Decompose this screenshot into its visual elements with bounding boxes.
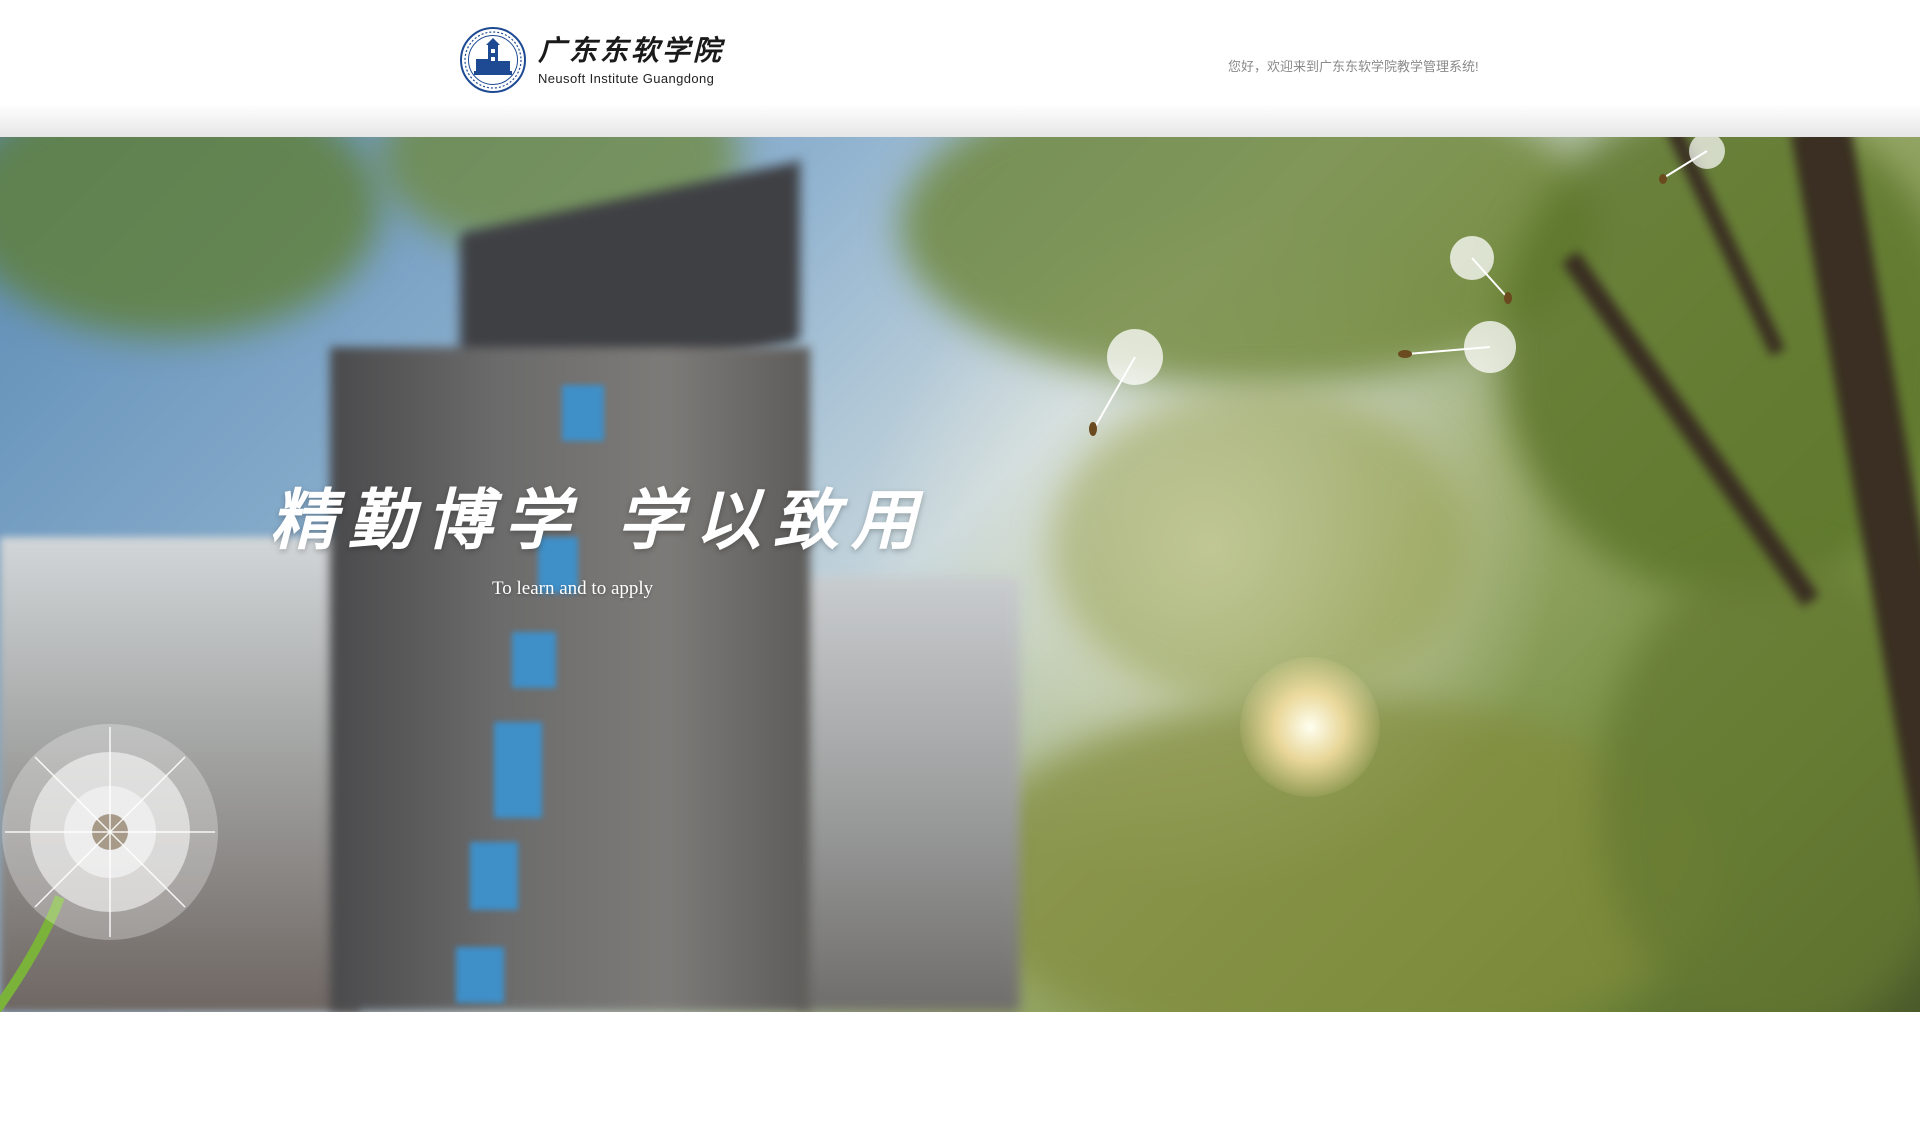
motto-cn: 精勤博学 学以致用: [270, 481, 929, 559]
dandelion-seed-icon: [1089, 329, 1163, 436]
school-name-en: Neusoft Institute Guangdong: [538, 71, 715, 86]
tower-window: [470, 842, 518, 910]
school-seal-icon: [460, 27, 526, 93]
school-logo[interactable]: 广东东软学院 Neusoft Institute Guangdong: [460, 26, 724, 94]
dandelion-icon: [0, 724, 218, 1012]
building-right: [800, 577, 1020, 1012]
tower-window: [512, 632, 556, 688]
header-shadow: [0, 104, 1920, 138]
dandelion-seed-icon: [1659, 137, 1725, 184]
welcome-message: 您好，欢迎来到广东东软学院教学管理系统!: [1228, 59, 1479, 74]
tower-window: [456, 947, 504, 1003]
dandelion-seed-icon: [1398, 321, 1516, 373]
foliage: [0, 137, 380, 337]
tower: [330, 347, 810, 1012]
foliage: [1600, 557, 1920, 1012]
sun-icon: [1240, 657, 1380, 797]
dandelion-seed-icon: [1450, 236, 1512, 304]
hero-banner: 精勤博学 学以致用 To learn and to apply: [0, 137, 1920, 1012]
school-motto: 精勤博学 学以致用 To learn and to apply: [270, 477, 920, 601]
school-name-cn: 广东东软学院: [538, 34, 725, 67]
tower-window: [562, 385, 604, 441]
tower-window: [494, 722, 542, 818]
motto-en: To learn and to apply: [492, 578, 654, 599]
